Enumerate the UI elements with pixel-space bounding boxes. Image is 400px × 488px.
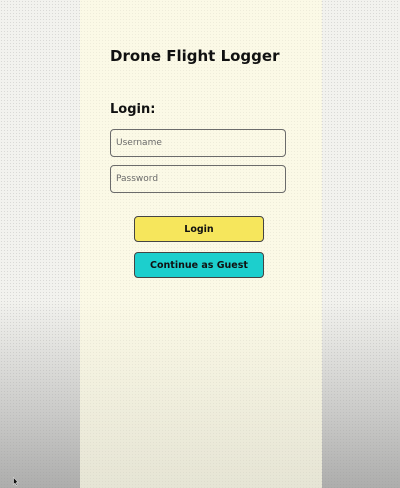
app-panel: Drone Flight Logger Login: Login Continu…: [80, 0, 322, 488]
screen: { "app": { "title": "Drone Flight Logger…: [0, 0, 400, 488]
mouse-pointer-icon: [13, 477, 19, 486]
continue-as-guest-button[interactable]: Continue as Guest: [134, 252, 264, 278]
login-button[interactable]: Login: [134, 216, 264, 242]
login-heading: Login:: [110, 102, 156, 117]
password-input[interactable]: [110, 165, 286, 193]
app-title: Drone Flight Logger: [110, 47, 280, 65]
username-input[interactable]: [110, 129, 286, 157]
